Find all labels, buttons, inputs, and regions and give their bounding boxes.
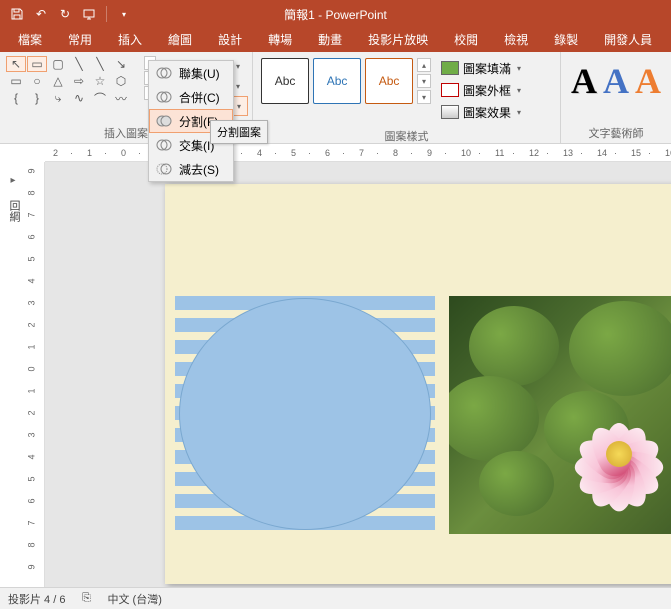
union-label: 聯集(U) (179, 65, 220, 82)
shape-outline-button[interactable]: 圖案外框 ▾ (437, 80, 525, 100)
shape-line-icon[interactable]: ╲ (69, 56, 89, 72)
tab-developer[interactable]: 開發人員 (592, 27, 664, 52)
shape-fill-label: 圖案填滿 (463, 60, 511, 77)
shape-effects-button[interactable]: 圖案效果 ▾ (437, 102, 525, 122)
tab-record[interactable]: 錄製 (542, 27, 590, 52)
shape-textbox-icon[interactable]: ▭ (27, 56, 47, 72)
tab-file[interactable]: 檔案 (6, 27, 54, 52)
lotus-flower (564, 399, 671, 499)
shape-lb-icon[interactable]: { (6, 90, 26, 106)
outline-pen-icon (441, 83, 459, 97)
redo-button[interactable]: ↻ (54, 3, 76, 25)
undo-button[interactable]: ↶ (30, 3, 52, 25)
shape-textbox2-icon[interactable]: ▢ (48, 56, 68, 72)
start-slideshow-button[interactable] (78, 3, 100, 25)
tab-transitions[interactable]: 轉場 (256, 27, 304, 52)
ribbon-tabs: 檔案 常用 插入 繪圖 設計 轉場 動畫 投影片放映 校閱 檢視 錄製 開發人員 (0, 28, 671, 52)
shape-effects-label: 圖案效果 (463, 104, 511, 121)
shape-scribble-icon[interactable]: 〰 (111, 90, 131, 106)
subtract-icon (155, 160, 173, 178)
fill-menu: 圖案填滿 ▾ 圖案外框 ▾ 圖案效果 ▾ (435, 54, 527, 126)
vertical-ruler: 9876543210123456789 (27, 162, 45, 587)
tab-review[interactable]: 校閱 (442, 27, 490, 52)
style-preset-1[interactable]: Abc (261, 58, 309, 104)
union-button[interactable]: 聯集(U) (149, 61, 233, 85)
shape-star-icon[interactable]: ☆ (90, 73, 110, 89)
shape-conn-icon[interactable]: ⤷ (48, 90, 68, 106)
shape-fill-button[interactable]: 圖案填滿 ▾ (437, 58, 525, 78)
tab-insert[interactable]: 插入 (106, 27, 154, 52)
statusbar: 投影片 4 / 6 ⎘ 中文 (台灣) (0, 587, 671, 609)
shape-outline-label: 圖案外框 (463, 82, 511, 99)
shape-curve-icon[interactable]: ⌒ (90, 90, 110, 106)
gallery-up-button[interactable]: ▴ (417, 58, 431, 72)
shape-oval-icon[interactable]: ○ (27, 73, 47, 89)
tab-view[interactable]: 檢視 (492, 27, 540, 52)
combine-label: 合併(C) (179, 89, 220, 106)
shape-tri-icon[interactable]: △ (48, 73, 68, 89)
chevron-down-icon: ▾ (517, 86, 521, 95)
wordart-preset-1[interactable]: A (571, 60, 597, 102)
panel-expand-button[interactable]: ▸ (6, 170, 20, 190)
group-label-wordart: 文字藝術師 (565, 123, 667, 143)
shape-hex-icon[interactable]: ⬡ (111, 73, 131, 89)
shape-arrow-icon[interactable]: ↘ (111, 56, 131, 72)
gallery-down-button[interactable]: ▾ (417, 74, 431, 88)
style-preset-3[interactable]: Abc (365, 58, 413, 104)
titlebar: ↶ ↻ ▾ 簡報1 - PowerPoint (0, 0, 671, 28)
shape-line2-icon[interactable]: ╲ (90, 56, 110, 72)
shape-rect-icon[interactable]: ▭ (6, 73, 26, 89)
group-shape-styles: Abc Abc Abc ▴ ▾ ▾ 圖案填滿 ▾ 圖案外框 ▾ (253, 52, 561, 143)
combine-button[interactable]: 合併(C) (149, 85, 233, 109)
slide-canvas[interactable] (45, 162, 671, 587)
tab-home[interactable]: 常用 (56, 27, 104, 52)
wordart-preset-2[interactable]: A (603, 60, 629, 102)
tab-animations[interactable]: 動畫 (306, 27, 354, 52)
fill-bucket-icon (441, 61, 459, 75)
window-title: 簡報1 - PowerPoint (284, 6, 387, 23)
wordart-gallery[interactable]: A A A (565, 54, 667, 108)
chevron-down-icon: ▾ (517, 108, 521, 117)
ribbon: ↖ ▭ ▢ ╲ ╲ ↘ ▭ ○ △ ⇨ ☆ ⬡ { } ⤷ ∿ ⌒ 〰 ▴ (0, 52, 671, 144)
group-label-shape-styles: 圖案樣式 (257, 126, 556, 146)
fragment-tooltip: 分割圖案 (210, 120, 268, 144)
intersect-icon (155, 136, 173, 154)
chevron-down-icon: ▾ (236, 82, 240, 91)
effects-icon (441, 105, 459, 119)
combine-icon (155, 88, 173, 106)
style-gallery[interactable]: Abc Abc Abc ▴ ▾ ▾ (257, 54, 435, 108)
qat-customize-button[interactable]: ▾ (113, 3, 135, 25)
chevron-down-icon: ▾ (236, 62, 240, 71)
shape-freeform-icon[interactable]: ∿ (69, 90, 89, 106)
lotus-photo[interactable] (449, 296, 671, 534)
tab-slideshow[interactable]: 投影片放映 (356, 27, 440, 52)
horizontal-ruler: 2·1·0·1·2·3·4·5·6·7·8·9·10·11·12·13·14·1… (45, 144, 671, 162)
subtract-label: 減去(S) (179, 161, 219, 178)
chevron-down-icon: ▾ (237, 102, 241, 111)
spellcheck-icon[interactable]: ⎘ (79, 592, 93, 606)
shape-palette[interactable]: ↖ ▭ ▢ ╲ ╲ ↘ ▭ ○ △ ⇨ ☆ ⬡ { } ⤷ ∿ ⌒ 〰 (4, 54, 144, 108)
chevron-down-icon: ▾ (517, 64, 521, 73)
shape-pointer-icon[interactable]: ↖ (6, 56, 26, 72)
quick-access-toolbar: ↶ ↻ ▾ (0, 3, 135, 25)
slide[interactable] (165, 184, 671, 584)
tab-draw[interactable]: 繪圖 (156, 27, 204, 52)
shape-rb-icon[interactable]: } (27, 90, 47, 106)
fragment-icon (155, 112, 173, 130)
gallery-more-button[interactable]: ▾ (417, 90, 431, 104)
group-wordart-styles: A A A 文字藝術師 (561, 52, 671, 143)
save-button[interactable] (6, 3, 28, 25)
merged-shape-left[interactable] (175, 296, 435, 534)
style-preset-2[interactable]: Abc (313, 58, 361, 104)
union-icon (155, 64, 173, 82)
shape-arrowr-icon[interactable]: ⇨ (69, 73, 89, 89)
wordart-preset-3[interactable]: A (635, 60, 661, 102)
slide-counter[interactable]: 投影片 4 / 6 (8, 591, 65, 607)
subtract-button[interactable]: 減去(S) (149, 157, 233, 181)
outline-panel-label: 回綱 (6, 200, 22, 222)
language-indicator[interactable]: 中文 (台灣) (107, 591, 161, 607)
tab-design[interactable]: 設計 (206, 27, 254, 52)
